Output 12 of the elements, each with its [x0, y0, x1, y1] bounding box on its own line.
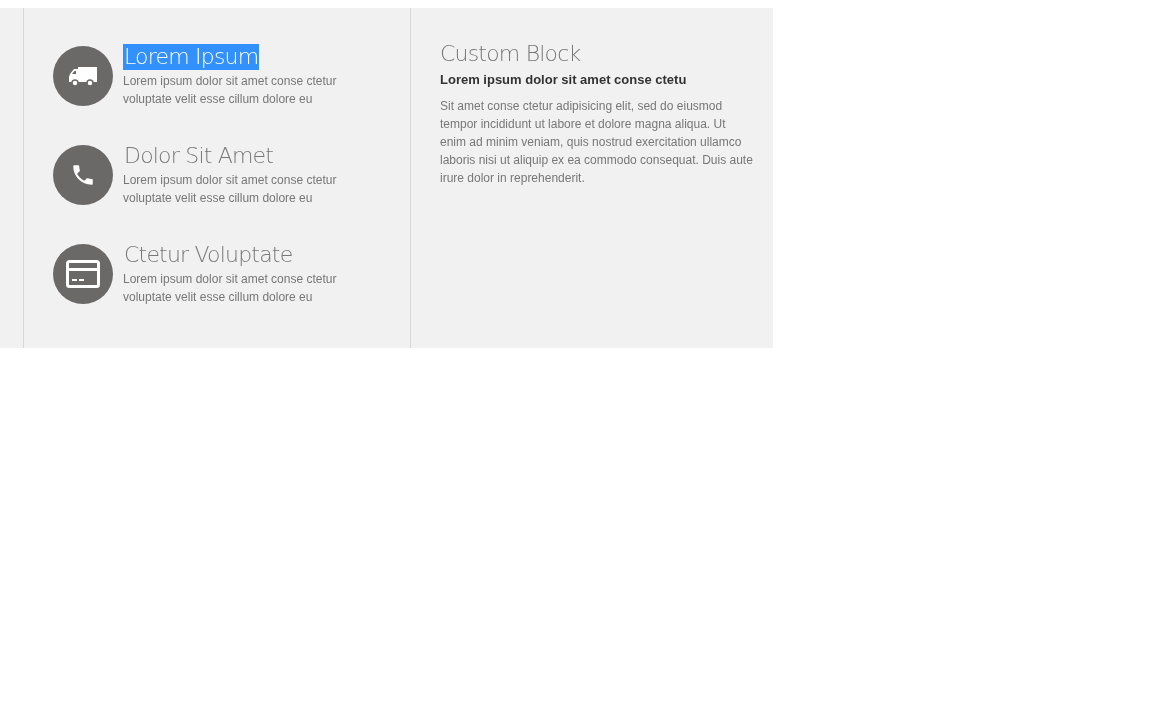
phone-icon	[70, 162, 96, 188]
truck-icon	[68, 65, 98, 87]
feature-title: Lorem Ipsum	[123, 44, 260, 70]
feature-title: Dolor Sit Amet	[123, 143, 275, 169]
feature-description: Lorem ipsum dolor sit amet conse ctetur voluptate velit esse cillum dolore eu	[123, 172, 338, 207]
block-subtitle: Lorem ipsum dolor sit amet conse ctetu	[440, 71, 688, 89]
block-paragraph: Sit amet conse ctetur adipisicing elit, sed do eiusmod tempor incididunt ut labore et dolore magna aliqua. Ut enim ad minim veniam, quis nostrud exercitation ullamco laboris nisi ut aliquip ex ea commodo consequat. Duis aute irure dolor in reprehenderit.	[440, 98, 754, 187]
card-icon	[66, 260, 100, 288]
feature-description: Lorem ipsum dolor sit amet conse ctetur voluptate velit esse cillum dolore eu	[123, 73, 338, 108]
feature-description: Lorem ipsum dolor sit amet conse ctetur voluptate velit esse cillum dolore eu	[123, 271, 338, 306]
block-title: Custom Block	[440, 41, 582, 67]
feature-title: Ctetur Voluptate	[123, 242, 294, 268]
